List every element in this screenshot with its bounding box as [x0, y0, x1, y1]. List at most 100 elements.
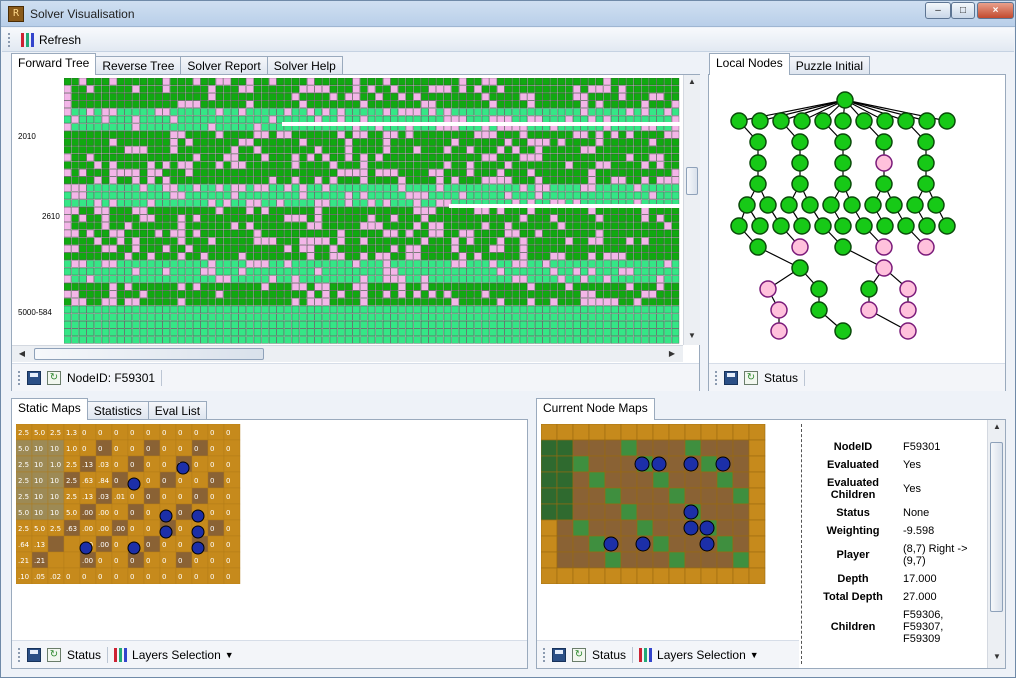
tab-current-node-maps[interactable]: Current Node Maps [536, 398, 655, 420]
local-tabs: Local Nodes Puzzle Initial [709, 53, 871, 75]
grid-cell [428, 229, 436, 238]
scroll-up-icon[interactable]: ▲ [684, 77, 700, 86]
grid-cell [94, 267, 102, 276]
refresh-icon[interactable]: ↻ [744, 370, 758, 385]
save-icon[interactable] [552, 647, 566, 662]
grid-cell [481, 115, 490, 124]
scroll-left-icon[interactable]: ◀ [14, 349, 30, 358]
map-cell [636, 503, 654, 521]
static-map-canvas[interactable]: 2.5 5.0 2.5 1.3 0 0 0 0 0 0 0 0 0 05.0 10 10 1.0 0 0 0 0 0 0 0 0… [16, 424, 242, 584]
grid-cell [79, 161, 87, 169]
scroll-down-icon[interactable]: ▼ [684, 331, 700, 340]
grid-cell [481, 328, 490, 336]
grid-cell [101, 207, 110, 215]
grid-cell [215, 115, 224, 124]
tab-statistics[interactable]: Statistics [86, 401, 149, 420]
refresh-icon[interactable]: ↻ [47, 647, 61, 662]
grid-cell [261, 290, 269, 298]
grid-cell [71, 214, 79, 222]
scroll-up-icon[interactable]: ▲ [989, 422, 1005, 431]
grid-cell [641, 313, 649, 321]
local-node-tree[interactable] [709, 75, 1005, 360]
statusbar-grip[interactable] [543, 647, 546, 662]
close-button[interactable]: × [977, 2, 1014, 19]
grid-cell [162, 146, 170, 154]
tab-reverse-tree[interactable]: Reverse Tree [95, 56, 182, 75]
save-icon[interactable] [27, 647, 41, 662]
scroll-thumb[interactable] [990, 442, 1003, 612]
scroll-thumb[interactable] [686, 167, 698, 195]
forward-tree-grid[interactable] [64, 78, 681, 346]
tab-forward-tree[interactable]: Forward Tree [11, 53, 97, 75]
tab-solver-report[interactable]: Solver Report [180, 56, 268, 75]
tab-puzzle-initial[interactable]: Puzzle Initial [788, 56, 871, 75]
save-icon[interactable] [724, 370, 738, 385]
scroll-thumb[interactable] [34, 348, 264, 360]
grid-cell [542, 93, 550, 101]
grid-cell [200, 214, 208, 222]
grid-cell [71, 199, 79, 207]
grid-cell [139, 146, 148, 154]
grid-cell [124, 78, 132, 86]
statusbar-grip[interactable] [18, 370, 21, 385]
grid-cell [512, 161, 520, 169]
grid-cell [497, 85, 505, 93]
grid-cell [147, 260, 155, 268]
grid-cell [322, 138, 330, 146]
grid-cell [588, 260, 596, 268]
grid-cell [519, 85, 528, 93]
statusbar-grip[interactable] [715, 370, 718, 385]
save-icon[interactable] [27, 370, 41, 385]
refresh-icon[interactable]: ↻ [572, 647, 586, 662]
current-map-canvas[interactable] [541, 424, 767, 584]
tab-local-nodes[interactable]: Local Nodes [709, 53, 790, 75]
layers-selection-dropdown[interactable]: Layers Selection ▼ [639, 645, 759, 665]
refresh-button[interactable]: Refresh [18, 30, 84, 50]
details-vscrollbar[interactable]: ▲ ▼ [987, 420, 1005, 668]
scroll-down-icon[interactable]: ▼ [989, 652, 1005, 661]
grid-cell [497, 146, 505, 154]
statusbar-grip[interactable] [18, 647, 21, 662]
grid-cell [489, 207, 497, 215]
map-value: 5.0 [18, 445, 29, 453]
grid-cell [269, 267, 277, 276]
grid-cell [223, 260, 231, 268]
grid-cell [307, 184, 315, 192]
forward-vscrollbar[interactable]: ▲ ▼ [683, 75, 700, 345]
grid-cell [299, 100, 307, 108]
maximize-button[interactable]: □ [951, 2, 975, 19]
grid-cell [71, 100, 79, 108]
map-cell [700, 471, 718, 489]
grid-cell [215, 245, 224, 253]
grid-cell [132, 298, 140, 306]
grid-cell [573, 298, 581, 306]
forward-hscrollbar[interactable]: ◀ ▶ [12, 345, 683, 362]
grid-cell [664, 176, 672, 184]
grid-cell [124, 260, 132, 268]
tab-static-maps[interactable]: Static Maps [11, 398, 88, 420]
grid-cell [147, 328, 155, 336]
grid-cell [557, 115, 566, 124]
grid-cell [86, 252, 94, 260]
grid-cell [428, 100, 436, 108]
grid-cell [261, 123, 269, 131]
map-cell [668, 503, 686, 521]
map-value: 1.0 [66, 445, 77, 453]
layers-selection-dropdown[interactable]: Layers Selection ▼ [114, 645, 234, 665]
grid-cell [588, 283, 596, 291]
grid-cell [398, 108, 406, 116]
grid-cell [253, 161, 262, 169]
minimize-button[interactable]: – [925, 2, 951, 19]
tab-eval-list[interactable]: Eval List [147, 401, 208, 420]
toolbar-grip[interactable] [8, 33, 11, 47]
grid-cell [580, 176, 588, 184]
tab-solver-help[interactable]: Solver Help [266, 56, 343, 75]
grid-cell [390, 222, 398, 230]
grid-cell [147, 138, 155, 146]
grid-cell [580, 207, 588, 215]
refresh-icon[interactable]: ↻ [47, 370, 61, 385]
scroll-right-icon[interactable]: ▶ [664, 349, 680, 358]
grid-cell [535, 115, 543, 124]
grid-cell [459, 153, 467, 162]
grid-cell [291, 290, 300, 298]
